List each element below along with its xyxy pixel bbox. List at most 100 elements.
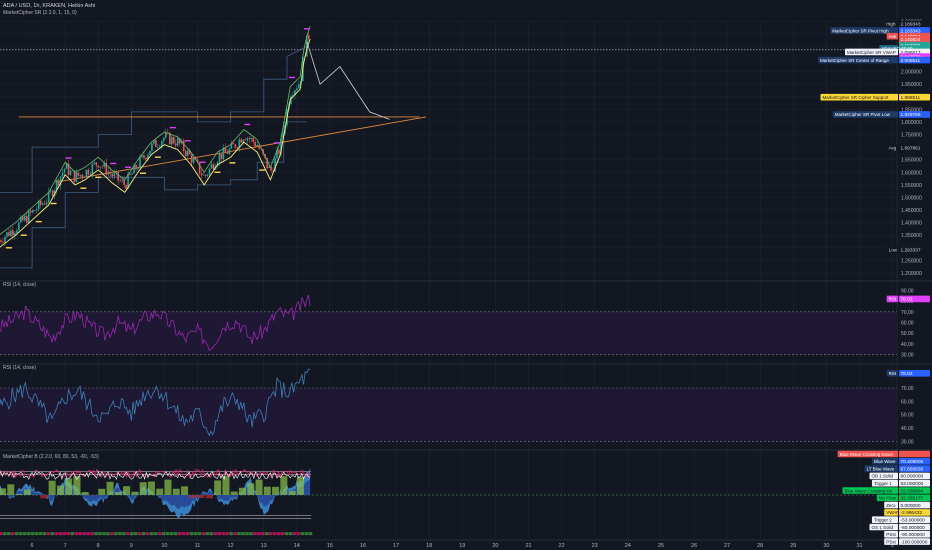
candle-body[interactable] bbox=[57, 179, 60, 186]
candle-body[interactable] bbox=[190, 154, 193, 163]
candle-body[interactable] bbox=[69, 170, 72, 175]
candle-body[interactable] bbox=[125, 185, 127, 189]
candle-body[interactable] bbox=[109, 171, 112, 175]
candle-body[interactable] bbox=[4, 236, 6, 243]
candle-body[interactable] bbox=[184, 150, 187, 156]
candle-body[interactable] bbox=[117, 172, 119, 181]
candle-body[interactable] bbox=[240, 139, 243, 143]
candle-body[interactable] bbox=[22, 216, 24, 221]
candle-body[interactable] bbox=[186, 150, 189, 156]
candle-body[interactable] bbox=[208, 168, 211, 175]
candle-body[interactable] bbox=[29, 210, 32, 213]
mcb-title[interactable]: MarketCipher B (2.2.0, 60, 80, 53, -60, … bbox=[3, 454, 99, 460]
candle-body[interactable] bbox=[39, 200, 42, 205]
candle-body[interactable] bbox=[27, 210, 30, 223]
candle-body[interactable] bbox=[41, 203, 44, 205]
candle-body[interactable] bbox=[204, 174, 207, 176]
candle-body[interactable] bbox=[18, 222, 20, 231]
candle-body[interactable] bbox=[35, 209, 38, 211]
candle-body[interactable] bbox=[6, 232, 8, 237]
candle-body[interactable] bbox=[99, 166, 102, 168]
candle-body[interactable] bbox=[218, 153, 221, 163]
candle-body[interactable] bbox=[85, 169, 88, 178]
rsi-pane-2[interactable]: RSI (14, close) bbox=[0, 365, 897, 442]
axis-value-tag[interactable] bbox=[899, 450, 930, 458]
candle-body[interactable] bbox=[232, 143, 235, 145]
candle-body[interactable] bbox=[51, 190, 54, 197]
candle-body[interactable] bbox=[163, 137, 165, 142]
candle-body[interactable] bbox=[254, 142, 256, 147]
candle-body[interactable] bbox=[26, 215, 28, 223]
candle-body[interactable] bbox=[79, 174, 82, 176]
candle-body[interactable] bbox=[252, 137, 255, 143]
candle-body[interactable] bbox=[95, 162, 98, 166]
candle-body[interactable] bbox=[212, 164, 215, 170]
candle-body[interactable] bbox=[143, 155, 145, 158]
candle-body[interactable] bbox=[8, 232, 10, 237]
candle-body[interactable] bbox=[210, 164, 213, 169]
candle-body[interactable] bbox=[24, 215, 26, 221]
chart-canvas[interactable]: RSI (14, close) RSI (14, close) MarketCi… bbox=[0, 0, 932, 550]
candle-body[interactable] bbox=[157, 146, 159, 148]
candle-body[interactable] bbox=[93, 162, 96, 164]
candle-body[interactable] bbox=[91, 163, 94, 175]
candle-body[interactable] bbox=[43, 203, 46, 205]
candle-body[interactable] bbox=[101, 166, 104, 168]
candle-body[interactable] bbox=[123, 179, 125, 186]
candle-body[interactable] bbox=[2, 241, 4, 243]
candle-body[interactable] bbox=[176, 138, 179, 146]
candle-body[interactable] bbox=[97, 165, 100, 168]
rsi1-title[interactable]: RSI (14, close) bbox=[3, 282, 36, 288]
candle-body[interactable] bbox=[228, 148, 231, 154]
candle-body[interactable] bbox=[250, 137, 253, 140]
candle-body[interactable] bbox=[83, 177, 86, 178]
candle-body[interactable] bbox=[151, 143, 153, 152]
candle-body[interactable] bbox=[63, 168, 66, 173]
candle-body[interactable] bbox=[31, 210, 34, 213]
candle-body[interactable] bbox=[202, 174, 205, 176]
candle-body[interactable] bbox=[236, 147, 239, 149]
candle-body[interactable] bbox=[81, 174, 84, 178]
rsi2-title[interactable]: RSI (14, close) bbox=[3, 365, 36, 371]
candle-body[interactable] bbox=[0, 240, 2, 242]
candle-body[interactable] bbox=[165, 132, 167, 138]
candle-body[interactable] bbox=[172, 136, 175, 144]
candle-body[interactable] bbox=[174, 143, 177, 146]
candle-body[interactable] bbox=[139, 156, 141, 169]
rsi-pane-1[interactable]: RSI (14, close) bbox=[0, 282, 897, 355]
candle-body[interactable] bbox=[129, 173, 131, 175]
candle-body[interactable] bbox=[33, 210, 36, 211]
candle-body[interactable] bbox=[87, 169, 90, 175]
candle-body[interactable] bbox=[16, 230, 18, 233]
candle-body[interactable] bbox=[145, 157, 147, 160]
candle-body[interactable] bbox=[131, 173, 133, 175]
candle-body[interactable] bbox=[278, 149, 280, 154]
candle-body[interactable] bbox=[12, 230, 14, 236]
candle-body[interactable] bbox=[49, 190, 52, 192]
candle-body[interactable] bbox=[75, 172, 78, 182]
candle-body[interactable] bbox=[220, 153, 223, 160]
candle-body[interactable] bbox=[234, 144, 237, 148]
candle-body[interactable] bbox=[192, 158, 195, 163]
candle-body[interactable] bbox=[149, 151, 151, 155]
candle-body[interactable] bbox=[248, 138, 251, 140]
market-cipher-b-pane[interactable]: MarketCipher B (2.2.0, 60, 80, 53, -60, … bbox=[0, 454, 897, 536]
candle-body[interactable] bbox=[298, 84, 300, 89]
candle-body[interactable] bbox=[200, 173, 203, 176]
candle-body[interactable] bbox=[121, 179, 123, 181]
candle-body[interactable] bbox=[107, 171, 110, 175]
candle-body[interactable] bbox=[226, 151, 229, 154]
candle-body[interactable] bbox=[244, 139, 247, 141]
price-axis[interactable]: 2.2000002.1500002.1000002.0500002.000000… bbox=[901, 19, 922, 445]
candle-body[interactable] bbox=[268, 166, 270, 169]
time-axis[interactable]: 6 7 8 9 10 11 12 13 14 15 16 17 18 19 20 21 22 23 24 25 26 27… bbox=[30, 543, 894, 549]
candle-body[interactable] bbox=[206, 174, 209, 176]
candle-body[interactable] bbox=[135, 164, 137, 170]
candle-body[interactable] bbox=[45, 202, 48, 205]
candle-body[interactable] bbox=[182, 140, 185, 151]
candle-body[interactable] bbox=[137, 168, 139, 170]
candle-body[interactable] bbox=[308, 35, 310, 39]
candle-body[interactable] bbox=[246, 138, 249, 141]
candle-body[interactable] bbox=[77, 172, 80, 176]
candle-body[interactable] bbox=[170, 136, 173, 145]
